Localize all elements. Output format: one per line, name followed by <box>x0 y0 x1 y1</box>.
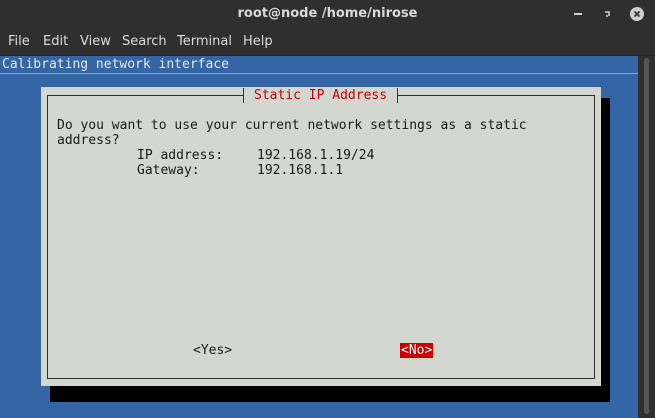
backtitle-divider <box>0 73 638 74</box>
menu-terminal[interactable]: Terminal <box>177 34 232 49</box>
dialog-question-line1: Do you want to use your current network … <box>57 118 527 133</box>
maximize-button[interactable] <box>598 4 618 24</box>
scrollbar-thumb[interactable] <box>644 58 649 414</box>
dialog-frame: Static IP Address <box>47 88 595 379</box>
close-button[interactable] <box>627 4 647 24</box>
menu-search[interactable]: Search <box>122 34 167 49</box>
window-title: root@node /home/nirose <box>237 6 418 21</box>
no-button[interactable]: <No> <box>400 343 434 358</box>
dialog-question-line2: address? <box>57 133 120 148</box>
gateway-label: Gateway: <box>137 163 200 178</box>
menu-edit[interactable]: Edit <box>43 34 68 49</box>
restore-icon <box>605 11 610 17</box>
backtitle-text: Calibrating network interface <box>0 56 638 74</box>
ip-address-label: IP address: <box>137 148 224 163</box>
minimize-button[interactable] <box>569 4 589 24</box>
terminal-scrollbar[interactable] <box>638 56 655 418</box>
menu-bar: File Edit View Search Terminal Help <box>0 29 655 56</box>
menu-help[interactable]: Help <box>243 34 273 49</box>
minimize-icon <box>574 13 582 15</box>
menu-file[interactable]: File <box>8 34 30 49</box>
ip-address-value: 192.168.1.19/24 <box>257 148 375 163</box>
gateway-value: 192.168.1.1 <box>257 163 344 178</box>
static-ip-dialog: Static IP Address Do you want to use you… <box>41 87 601 386</box>
yes-button[interactable]: <Yes> <box>193 343 232 358</box>
close-icon <box>630 7 644 21</box>
menu-view[interactable]: View <box>80 34 111 49</box>
dialog-title: Static IP Address <box>243 88 399 103</box>
window-titlebar: root@node /home/nirose <box>0 0 655 29</box>
